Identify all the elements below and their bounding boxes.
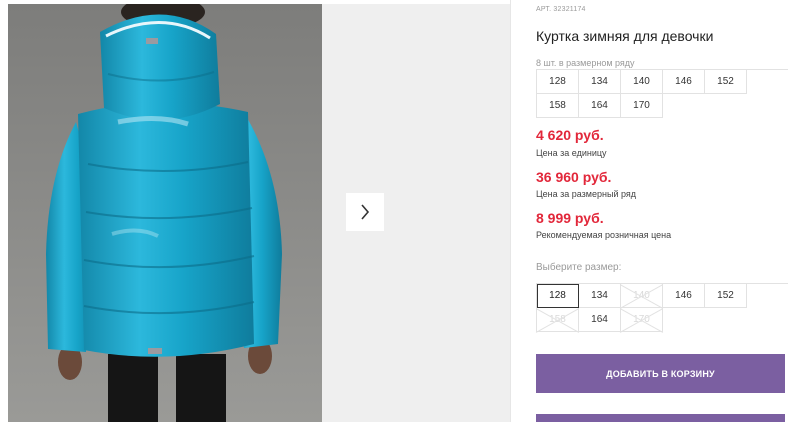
size-option-158: 158 — [537, 308, 579, 332]
unit-price: 4 620 руб. — [536, 127, 604, 143]
row-price-caption: Цена за размерный ряд — [536, 189, 637, 199]
product-title: Куртка зимняя для девочки — [536, 28, 714, 44]
product-photo — [8, 4, 322, 422]
size-row-cell: 152 — [705, 70, 747, 94]
size-row-table: 128 134 140 146 152 158 164 170 — [536, 69, 788, 118]
size-row-cell: 158 — [537, 94, 579, 118]
choose-size-label: Выберите размер: — [536, 262, 622, 273]
size-row-cell: 164 — [579, 94, 621, 118]
size-row-cell: 170 — [621, 94, 663, 118]
size-option-146[interactable]: 146 — [663, 284, 705, 308]
size-option-140: 140 — [621, 284, 663, 308]
size-row-cell: 140 — [621, 70, 663, 94]
row-price: 36 960 руб. — [536, 169, 612, 185]
size-option-152[interactable]: 152 — [705, 284, 747, 308]
unit-price-caption: Цена за единицу — [536, 148, 607, 158]
product-gallery — [0, 0, 510, 422]
size-row-cell: 146 — [663, 70, 705, 94]
size-row-note: 8 шт. в размерном ряду — [536, 58, 635, 68]
gallery-next-button[interactable] — [346, 193, 384, 231]
size-row-cell: 128 — [537, 70, 579, 94]
size-selector: 128 134 140 146 152 158 164 170 — [536, 283, 788, 332]
size-option-134[interactable]: 134 — [579, 284, 621, 308]
retail-price-caption: Рекомендуемая розничная цена — [536, 230, 672, 240]
chevron-right-icon — [361, 204, 370, 220]
jacket-illustration — [8, 4, 322, 422]
column-divider — [510, 0, 511, 422]
secondary-action-button[interactable] — [536, 414, 785, 422]
size-option-164[interactable]: 164 — [579, 308, 621, 332]
size-option-170: 170 — [621, 308, 663, 332]
size-row-cell: 134 — [579, 70, 621, 94]
retail-price: 8 999 руб. — [536, 210, 604, 226]
add-to-cart-button[interactable]: ДОБАВИТЬ В КОРЗИНУ — [536, 354, 785, 393]
size-option-128[interactable]: 128 — [537, 284, 579, 308]
product-sku: АРТ. 32321174 — [536, 6, 586, 13]
